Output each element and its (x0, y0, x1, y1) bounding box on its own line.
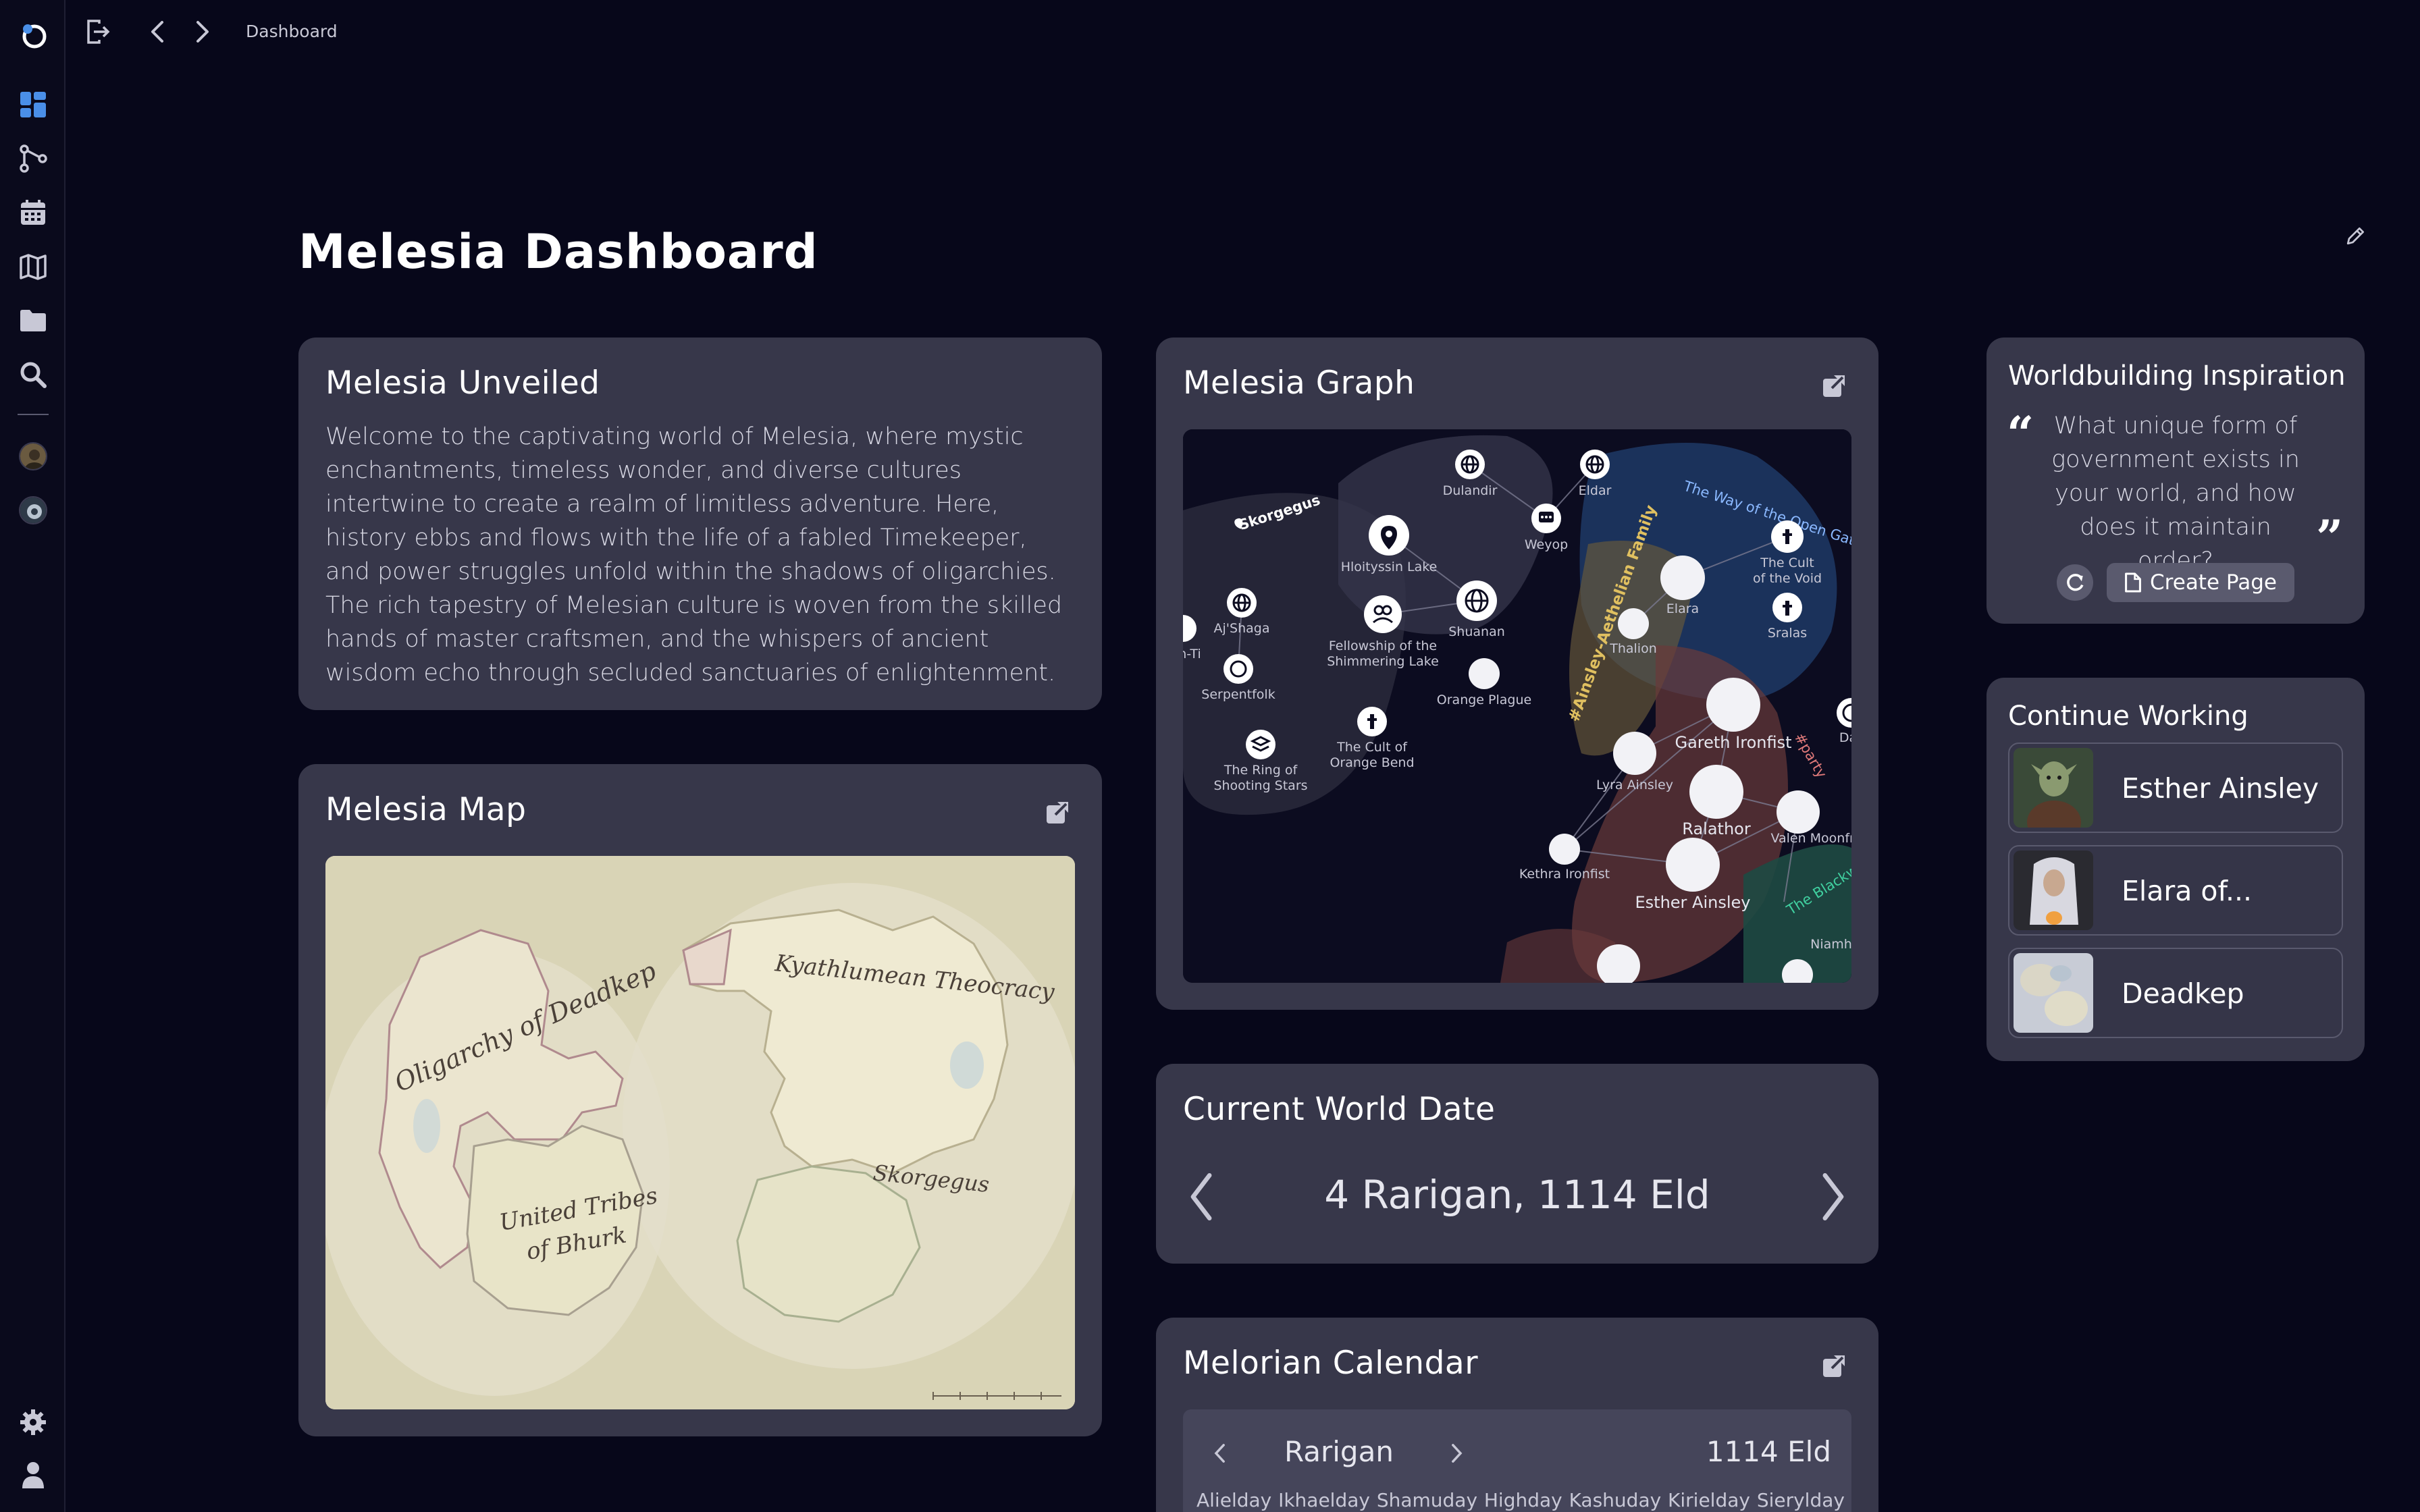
user-icon[interactable] (16, 1458, 50, 1492)
node-label-valen: Valen Moonfront (1770, 831, 1851, 846)
calendar-title: Melorian Calendar (1183, 1345, 1479, 1382)
node-label-cult-void-1: The Cult (1760, 556, 1814, 570)
unveiled-title: Melesia Unveiled (325, 364, 600, 402)
weekday-label: Kirielday (1668, 1489, 1750, 1511)
exit-world-icon[interactable] (82, 16, 113, 47)
node-label-hloityssin: Hloityssin Lake (1341, 560, 1438, 574)
continue-working-card: Continue Working Esther Ainsley Elara of… (1987, 678, 2365, 1061)
unveiled-card: Melesia Unveiled Welcome to the captivat… (298, 338, 1102, 710)
calendar-widget: Rarigan 1114 Eld Alielday Ikhaelday Sham… (1183, 1409, 1851, 1512)
close-quote-icon: ” (2316, 510, 2344, 566)
weekday-label: Highday (1483, 1489, 1562, 1511)
create-page-button[interactable]: Create Page (2107, 563, 2294, 602)
recent-page-thumbnail (2014, 953, 2093, 1033)
refresh-icon (2067, 574, 2084, 591)
weekday-label: Kashuday (1569, 1489, 1662, 1511)
next-month-icon[interactable] (1440, 1436, 1473, 1470)
node-label-dulandir: Dulandir (1443, 483, 1498, 498)
node-label-fellowship-1: Fellowship of the (1329, 639, 1437, 653)
open-external-icon[interactable] (1041, 796, 1074, 829)
node-label-ralathor: Ralathor (1682, 819, 1751, 838)
previous-month-icon[interactable] (1203, 1436, 1237, 1470)
node-label-ring-1: The Ring of (1224, 763, 1298, 778)
continue-working-title: Continue Working (2008, 701, 2248, 732)
world-date-value: 4 Rarigan, 1114 Eld (1324, 1172, 1710, 1218)
node-label-esther: Esther Ainsley (1635, 893, 1751, 912)
back-arrow-icon[interactable] (142, 16, 174, 47)
folder-icon[interactable] (16, 304, 50, 338)
weekday-label: Shamuday (1376, 1489, 1478, 1511)
dashboard-icon[interactable] (16, 88, 50, 122)
create-page-label: Create Page (2150, 570, 2277, 595)
search-icon[interactable] (16, 358, 50, 392)
node-label-cult-orange-1: The Cult of (1336, 740, 1408, 755)
calendar-year: 1114 Eld (1706, 1435, 1831, 1468)
node-label-eldar: Eldar (1579, 483, 1612, 498)
edit-dashboard-icon[interactable] (2340, 221, 2371, 252)
recent-page-label: Deadkep (2122, 977, 2244, 1010)
node-label-ring-2: Shooting Stars (1213, 778, 1307, 793)
node-label-kethra: Kethra Ironfist (1519, 867, 1610, 882)
node-label-weyop: Weyop (1525, 537, 1568, 552)
recent-page-thumbnail (2014, 748, 2093, 828)
inspiration-title: Worldbuilding Inspiration (2008, 360, 2346, 392)
node-label-da: Da (1839, 730, 1851, 745)
node-label-shuanan: Shuanan (1448, 624, 1505, 639)
refresh-prompt-button[interactable] (2057, 564, 2093, 601)
node-label-niamh: Niamh (1810, 937, 1851, 952)
calendar-weekdays: Alielday Ikhaelday Shamuday Highday Kash… (1196, 1489, 1845, 1511)
recent-page-item[interactable]: Esther Ainsley (2008, 742, 2343, 833)
node-label-serpentfolk: Serpentfolk (1201, 687, 1275, 702)
graph-icon[interactable] (16, 142, 50, 176)
node-label-cult-void-2: of the Void (1753, 571, 1822, 586)
app-logo-icon[interactable] (16, 18, 50, 51)
forward-arrow-icon[interactable] (186, 16, 217, 47)
weekday-label: Ikhaelday (1278, 1489, 1370, 1511)
map-title: Melesia Map (325, 791, 527, 828)
recent-page-item[interactable]: Deadkep (2008, 948, 2343, 1038)
node-label-elara: Elara (1666, 601, 1699, 616)
relationship-graph[interactable]: The Way of the Open Gate #Ainsley-Aethel… (1183, 429, 1851, 983)
node-label-sralas: Sralas (1768, 626, 1807, 641)
calendar-icon[interactable] (16, 196, 50, 230)
sidebar (0, 0, 65, 1512)
inspiration-prompt: What unique form of government exists in… (2051, 412, 2300, 574)
weekday-label: Alielday (1196, 1489, 1272, 1511)
next-day-icon[interactable] (1806, 1166, 1860, 1227)
unveiled-body: Welcome to the captivating world of Mele… (325, 423, 1063, 686)
world-avatar-2[interactable] (19, 496, 47, 524)
node-label-ajshaga: Aj'Shaga (1214, 621, 1270, 636)
node-label-fellowship-2: Shimmering Lake (1327, 654, 1439, 669)
calendar-month: Rarigan (1284, 1435, 1394, 1468)
page-title: Melesia Dashboard (298, 224, 818, 279)
recent-page-label: Esther Ainsley (2122, 772, 2319, 805)
weekday-label: Sierylday (1756, 1489, 1845, 1511)
world-date-card: Current World Date 4 Rarigan, 1114 Eld (1156, 1064, 1878, 1264)
graph-title: Melesia Graph (1183, 364, 1415, 402)
inspiration-card: Worldbuilding Inspiration “ What unique … (1987, 338, 2365, 624)
world-avatar-1[interactable] (19, 442, 47, 470)
sidebar-divider (18, 414, 49, 415)
recent-page-thumbnail (2014, 850, 2093, 930)
open-external-icon[interactable] (1818, 1350, 1850, 1382)
open-quote-icon: “ (2007, 406, 2034, 462)
document-icon (2125, 572, 2141, 593)
world-date-title: Current World Date (1183, 1091, 1496, 1128)
node-label-thalion: Thalion (1609, 641, 1657, 656)
node-label-nti: n-Ti (1183, 647, 1201, 662)
node-label-gareth: Gareth Ironfist (1675, 733, 1791, 752)
calendar-card: Melorian Calendar Rarigan 1114 Eld Aliel… (1156, 1318, 1878, 1512)
map-card: Melesia Map Oligarchy of Deadkep Kyathlu… (298, 764, 1102, 1436)
graph-card: Melesia Graph The Way of the Open Gate #… (1156, 338, 1878, 1010)
settings-icon[interactable] (16, 1405, 50, 1439)
recent-page-label: Elara of... (2122, 875, 2253, 907)
recent-page-item[interactable]: Elara of... (2008, 845, 2343, 936)
breadcrumb[interactable]: Dashboard (246, 22, 338, 41)
open-external-icon[interactable] (1818, 370, 1850, 402)
map-icon[interactable] (16, 250, 50, 284)
node-label-cult-orange-2: Orange Bend (1330, 755, 1414, 770)
node-label-lyra: Lyra Ainsley (1596, 778, 1673, 792)
node-label-orange-plague: Orange Plague (1437, 693, 1531, 707)
world-map[interactable]: Oligarchy of Deadkep Kyathlumean Theocra… (325, 856, 1075, 1409)
